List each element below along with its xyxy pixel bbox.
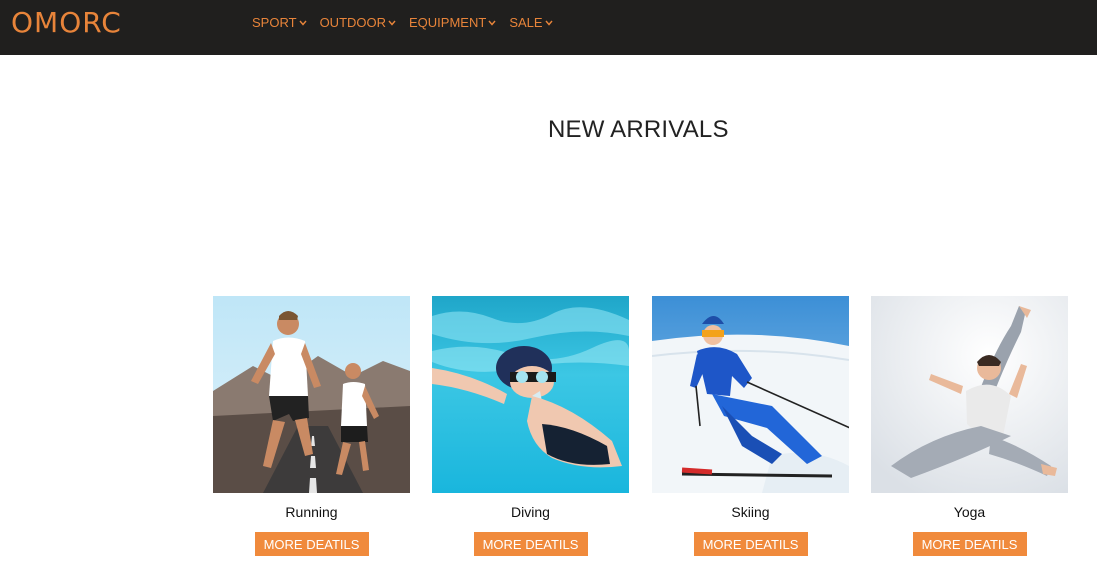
section-title: NEW ARRIVALS bbox=[548, 116, 729, 143]
nav-item-label: SPORT bbox=[252, 15, 297, 30]
chevron-down-icon bbox=[388, 20, 396, 26]
chevron-down-icon bbox=[488, 20, 496, 26]
more-details-button[interactable]: MORE DEATILS bbox=[693, 532, 808, 556]
product-card-skiing: Skiing MORE DEATILS bbox=[652, 296, 849, 556]
nav-item-outdoor[interactable]: OUTDOOR bbox=[320, 15, 396, 30]
main-nav: SPORT OUTDOOR EQUIPMENT SALE bbox=[252, 15, 566, 30]
nav-item-label: EQUIPMENT bbox=[409, 15, 487, 30]
nav-item-equipment[interactable]: EQUIPMENT bbox=[409, 15, 496, 30]
nav-item-label: OUTDOOR bbox=[319, 15, 387, 30]
top-navigation-bar: OMORC SPORT OUTDOOR EQUIPMENT SALE bbox=[0, 0, 1097, 55]
card-caption: Yoga bbox=[953, 504, 986, 520]
more-details-button[interactable]: MORE DEATILS bbox=[473, 532, 588, 556]
product-card-diving: Diving MORE DEATILS bbox=[432, 296, 629, 556]
yoga-photo[interactable] bbox=[871, 296, 1068, 493]
nav-item-sport[interactable]: SPORT bbox=[252, 15, 307, 30]
more-details-button[interactable]: MORE DEATILS bbox=[254, 532, 369, 556]
more-details-button[interactable]: MORE DEATILS bbox=[912, 532, 1027, 556]
chevron-down-icon bbox=[299, 20, 307, 26]
card-caption: Running bbox=[285, 504, 338, 520]
running-photo[interactable] bbox=[213, 296, 410, 493]
diving-photo[interactable] bbox=[432, 296, 629, 493]
brand-logo[interactable]: OMORC bbox=[11, 6, 122, 39]
product-card-running: Running MORE DEATILS bbox=[213, 296, 410, 556]
chevron-down-icon bbox=[545, 20, 553, 26]
card-caption: Diving bbox=[511, 504, 550, 520]
nav-item-sale[interactable]: SALE bbox=[509, 15, 553, 30]
nav-item-label: SALE bbox=[509, 15, 543, 30]
skiing-photo[interactable] bbox=[652, 296, 849, 493]
product-card-yoga: Yoga MORE DEATILS bbox=[871, 296, 1068, 556]
card-caption: Skiing bbox=[731, 504, 770, 520]
